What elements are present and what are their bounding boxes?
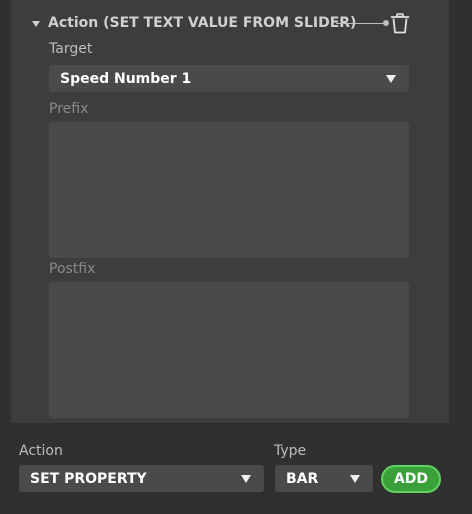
prefix-textarea[interactable] bbox=[49, 122, 409, 258]
action-label: Action bbox=[19, 443, 63, 459]
chevron-down-icon bbox=[350, 474, 360, 483]
action-select[interactable]: SET PROPERTY bbox=[19, 465, 264, 492]
action-title[interactable]: Action (SET TEXT VALUE FROM SLIDER) bbox=[48, 15, 356, 31]
trash-icon[interactable] bbox=[390, 13, 410, 34]
target-label: Target bbox=[49, 41, 93, 57]
action-select-value: SET PROPERTY bbox=[30, 470, 147, 487]
action-panel: Action (SET TEXT VALUE FROM SLIDER) Targ… bbox=[11, 0, 449, 423]
action-editor: Action (SET TEXT VALUE FROM SLIDER) Targ… bbox=[0, 0, 472, 514]
action-header: Action (SET TEXT VALUE FROM SLIDER) bbox=[11, 10, 449, 38]
chevron-down-icon bbox=[241, 474, 251, 483]
type-select[interactable]: BAR bbox=[275, 465, 373, 492]
add-button[interactable]: ADD bbox=[381, 465, 441, 493]
type-label: Type bbox=[274, 443, 307, 459]
type-select-value: BAR bbox=[286, 470, 319, 487]
target-select-value: Speed Number 1 bbox=[60, 70, 192, 87]
header-connector-line bbox=[336, 20, 389, 26]
prefix-label: Prefix bbox=[49, 101, 89, 117]
postfix-label: Postfix bbox=[49, 261, 96, 277]
chevron-down-icon bbox=[386, 74, 396, 83]
collapse-triangle-icon[interactable] bbox=[30, 18, 42, 30]
target-select[interactable]: Speed Number 1 bbox=[49, 65, 409, 92]
postfix-textarea[interactable] bbox=[49, 282, 409, 418]
